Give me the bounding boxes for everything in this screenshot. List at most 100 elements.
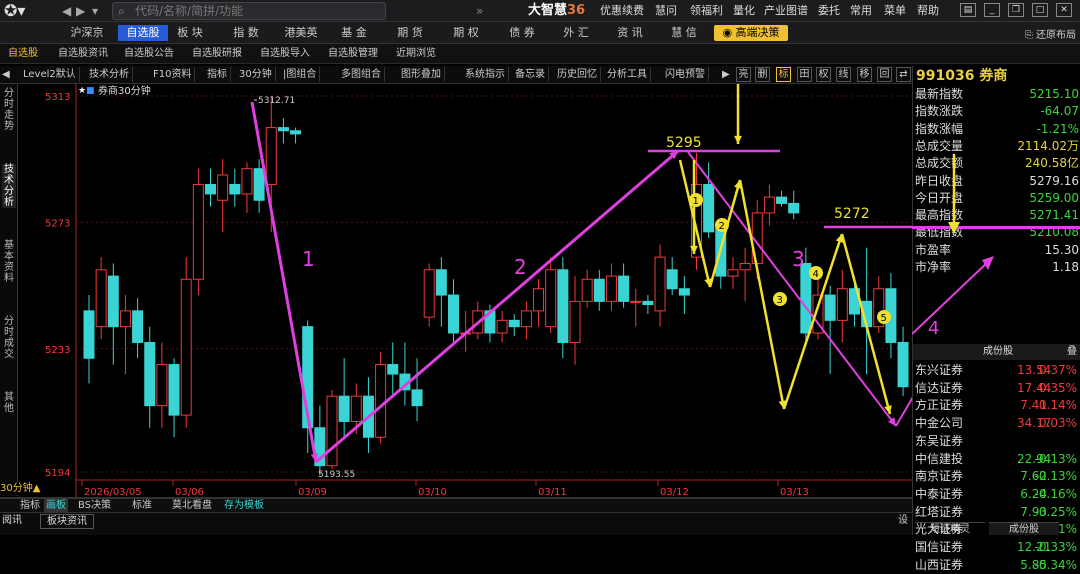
tab-sector-news[interactable]: 板块资讯 [40,514,94,529]
news-settings-button[interactable]: 设 [898,514,908,527]
menu-forex[interactable]: 外 汇 [556,25,596,41]
subtab-watchlist-news[interactable]: 自选股资讯 [58,47,108,61]
toolbar-bright[interactable]: 亮 [736,67,751,82]
sidetab-intraday[interactable]: 分时走势 [2,88,16,132]
toolbar-level2[interactable]: Level2默认 [20,67,80,82]
toolbar-indicator[interactable]: 指标 [204,67,231,82]
menu-menu[interactable]: 菜单 [884,3,906,19]
tab-short-term-wizard[interactable]: 短线精灵 [915,522,985,535]
menu-quant[interactable]: 量化 [733,3,755,19]
maximize-window-icon[interactable]: □ [1032,3,1048,17]
toolbar-rights[interactable]: 权 [816,67,831,82]
toolbar-analysis-tools[interactable]: 分析工具 [604,67,651,82]
sidetab-basic-info[interactable]: 基本资料 [2,240,16,284]
constituent-row[interactable]: 中泰证券 6.24 -0.16% [913,486,1080,504]
subtab-recent-browse[interactable]: 近期浏览 [396,47,436,61]
toolbar-f10[interactable]: F10资料 [150,67,196,82]
menu-premium-decision[interactable]: ◉ 高端决策 [714,25,788,41]
history-dropdown-icon[interactable]: ▾ [92,3,98,19]
menu-fund[interactable]: 基 金 [334,25,374,41]
constituent-row[interactable]: 红塔证券 7.93 -0.25% [913,504,1080,522]
app-logo-icon[interactable]: ✪▾ [4,2,44,20]
stock-name: 中泰证券 [915,486,964,501]
candlestick-chart[interactable]: 5313 5273 5233 5194 2026/03/05 03/06 03/09 03/… [18,84,912,498]
collapse-icon[interactable]: » [476,3,483,19]
toolbar-right-arrow-icon[interactable]: ▶ [722,67,730,82]
sidetab-intraday-trades[interactable]: 分时成交 [2,316,16,360]
subtab-watchlist-import[interactable]: 自选股导入 [260,47,310,61]
menu-entrust[interactable]: 委托 [818,3,840,19]
toolbar-delete[interactable]: 删 [755,67,770,82]
toolbar-mark[interactable]: 标 [776,67,791,82]
candle-body [144,341,156,407]
toolbar-chart-combo[interactable]: |图组合 [280,67,321,82]
sidetab-tech-analysis[interactable]: 技术分析 [2,164,16,208]
menu-welfare[interactable]: 领福利 [690,3,723,19]
minimize-window-icon[interactable]: _ [984,3,1000,17]
toolbar-grid[interactable]: 田 [797,67,812,82]
menu-huixin[interactable]: 慧 信 [664,25,704,41]
tab-bs-decision[interactable]: BS决策 [78,499,111,512]
level-label-5295: 5295 [666,135,702,151]
menu-index[interactable]: 指 数 [224,25,268,41]
constituent-row[interactable]: 山西证券 5.85 -0.34% [913,557,1080,574]
menu-renew[interactable]: 优惠续费 [600,3,644,19]
constituent-row[interactable]: 国信证券 12.21 -0.33% [913,539,1080,557]
candle-body [375,364,387,438]
menu-sector[interactable]: 板 块 [170,25,210,41]
layout-icon[interactable]: ▤ [960,3,976,17]
toolbar-history-recall[interactable]: 历史回忆 [554,67,601,82]
subtab-watchlist-announcements[interactable]: 自选股公告 [124,47,174,61]
candle-body [350,395,362,422]
indicator-tab-bar: 指标 画板 BS决策 标准 莫北看盘 存为模板 30分钟▲ [0,482,912,512]
toolbar-left-arrow-icon[interactable]: ◀ [2,67,10,82]
tab-save-template[interactable]: 存为模板 [224,499,264,512]
menu-industry-map[interactable]: 产业图谱 [764,3,808,19]
constituent-row[interactable]: 南京证券 7.62 -0.13% [913,468,1080,486]
toolbar-period[interactable]: 30分钟 [236,67,276,82]
restore-layout-button[interactable]: ⎘ 还原布局 [1025,26,1076,41]
toolbar-multi-chart[interactable]: 多图组合 [338,67,385,82]
restore-window-icon[interactable]: ❐ [1008,3,1024,17]
tab-indicator[interactable]: 指标 [20,499,40,512]
menu-ask[interactable]: 慧问 [655,3,677,19]
toolbar-flash-alert[interactable]: 闪电预警 [662,67,709,82]
menu-help[interactable]: 帮助 [917,3,939,19]
menu-news[interactable]: 资 讯 [610,25,650,41]
subtab-watchlist[interactable]: 自选股 [8,47,38,61]
menu-options[interactable]: 期 权 [446,25,486,41]
tab-standard[interactable]: 标准 [132,499,152,512]
toolbar-system-indicator[interactable]: 系统指示 [462,67,509,82]
menu-bonds[interactable]: 债 券 [502,25,542,41]
toolbar-back[interactable]: 回 [877,67,892,82]
menu-futures[interactable]: 期 货 [390,25,430,41]
constituent-row[interactable]: 东吴证券 [913,433,1080,451]
menu-common[interactable]: 常用 [850,3,872,19]
subtab-watchlist-manage[interactable]: 自选股管理 [328,47,378,61]
menu-watchlist[interactable]: 自选股 [118,25,168,41]
subtab-watchlist-research[interactable]: 自选股研报 [192,47,242,61]
menu-hk-us[interactable]: 港美英 [276,25,326,41]
toolbar-line[interactable]: 线 [836,67,851,82]
forward-arrow-icon[interactable]: ▶ [76,3,85,19]
constituent-row[interactable]: 中信建投 22.94 -0.13% [913,451,1080,469]
constituent-row[interactable]: 方正证券 7.41 0.14% [913,397,1080,415]
tab-constituents[interactable]: 成份股 [989,522,1059,535]
sidetab-other[interactable]: 其他 [2,392,16,414]
tab-drawing-board[interactable]: 画板 [44,499,68,512]
menu-hushenjing[interactable]: 沪深京 [62,25,112,41]
candle-body [290,130,302,135]
toolbar-memo[interactable]: 备忘录 [512,67,549,82]
back-arrow-icon[interactable]: ◀ [62,3,71,19]
constituent-row[interactable]: 中金公司 34.17 0.03% [913,415,1080,433]
tab-northbound[interactable]: 莫北看盘 [172,499,212,512]
toolbar-move[interactable]: 移 [857,67,872,82]
wave-4-extension-head [982,256,994,270]
toolbar-tech-analysis[interactable]: 技术分析 [86,67,133,82]
close-window-icon[interactable]: ✕ [1056,3,1072,17]
chart-title: 券商30分钟 [98,84,151,97]
search-input[interactable]: ⌕ 代码/名称/简拼/功能 [112,2,386,20]
wave-circle-label: 1 [693,196,699,207]
toolbar-swap[interactable]: ⇄ [896,67,911,82]
toolbar-overlay[interactable]: 图形叠加 [398,67,445,82]
